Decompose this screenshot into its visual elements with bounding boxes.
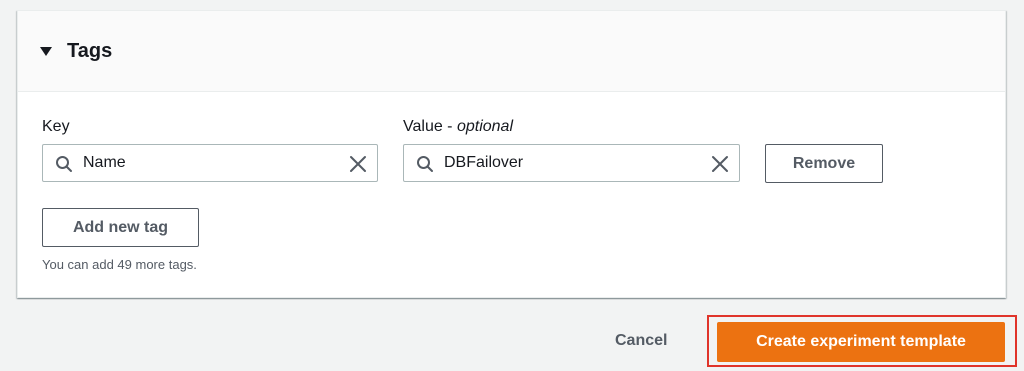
add-new-tag-button[interactable]: Add new tag (42, 208, 199, 247)
key-input-value: Name (83, 154, 126, 171)
clear-icon[interactable] (349, 155, 367, 173)
search-icon (417, 156, 433, 172)
value-label: Value - optional (403, 118, 513, 135)
clear-icon[interactable] (711, 155, 729, 173)
search-icon (56, 156, 72, 172)
tags-panel-header[interactable]: Tags (18, 11, 1005, 92)
create-experiment-template-button[interactable]: Create experiment template (717, 322, 1005, 362)
caret-down-icon[interactable] (40, 47, 52, 56)
key-label: Key (42, 118, 70, 135)
tags-remaining-hint: You can add 49 more tags. (42, 257, 197, 272)
key-input[interactable]: Name (42, 144, 378, 182)
value-input-value: DBFailover (444, 154, 524, 171)
cancel-button[interactable]: Cancel (615, 332, 667, 350)
value-input[interactable]: DBFailover (403, 144, 740, 182)
remove-button[interactable]: Remove (765, 144, 883, 183)
panel-title: Tags (67, 39, 113, 62)
